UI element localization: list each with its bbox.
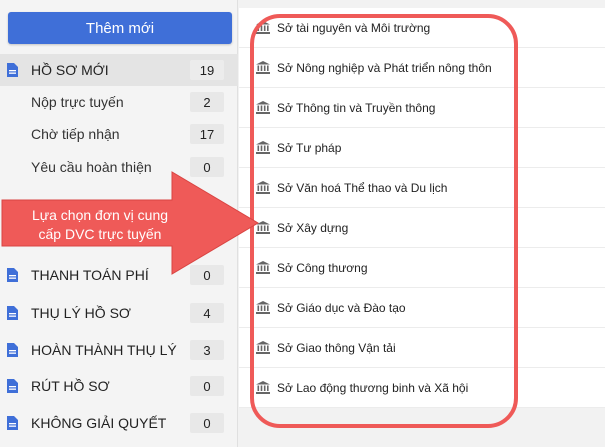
department-name: Sở Thông tin và Truyền thông	[277, 100, 436, 115]
nav-item-not-resolved[interactable]: KHÔNG GIẢI QUYẾT 0	[0, 407, 238, 439]
department-name: Sở Văn hoá Thể thao và Du lịch	[277, 180, 448, 195]
document-icon	[7, 306, 18, 320]
institution-icon	[256, 21, 270, 34]
department-name: Sở Giáo dục và Đào tạo	[277, 300, 406, 315]
callout-line-1: Lựa chọn đơn vị cung	[31, 207, 169, 223]
count-badge: 4	[190, 303, 224, 323]
nav-item-label: RÚT HỒ SƠ	[31, 378, 110, 394]
count-badge: 0	[190, 413, 224, 433]
nav-item-new-records[interactable]: HỒ SƠ MỚI 19	[0, 54, 238, 86]
nav-item-label: THỤ LÝ HỒ SƠ	[31, 305, 131, 321]
count-badge: 2	[190, 92, 224, 112]
institution-icon	[256, 381, 270, 394]
list-item[interactable]: Sở Văn hoá Thể thao và Du lịch	[239, 168, 605, 208]
nav-item-label: KHÔNG GIẢI QUYẾT	[31, 415, 167, 431]
list-item[interactable]: Sở Giao thông Vận tải	[239, 328, 605, 368]
count-badge: 17	[190, 124, 224, 144]
add-new-button[interactable]: Thêm mới	[8, 12, 232, 44]
department-name: Sở tài nguyên và Môi trường	[277, 20, 431, 35]
nav-item-label: HOÀN THÀNH THỤ LÝ	[31, 342, 177, 358]
nav-item-withdrawn[interactable]: RÚT HỒ SƠ 0	[0, 370, 238, 402]
list-item[interactable]: Sở tài nguyên và Môi trường	[239, 8, 605, 48]
department-name: Sở Lao động thương binh và Xã hội	[277, 380, 469, 395]
nav-item-label: Nộp trực tuyến	[31, 94, 124, 110]
nav-subitem-online[interactable]: Nộp trực tuyến 2	[0, 86, 238, 118]
nav-item-processing[interactable]: THỤ LÝ HỒ SƠ 4	[0, 297, 238, 329]
count-badge: 0	[190, 376, 224, 396]
count-badge: 3	[190, 340, 224, 360]
department-name: Sở Xây dựng	[277, 220, 349, 235]
nav-item-label: HỒ SƠ MỚI	[31, 62, 109, 78]
department-list: Sở tài nguyên và Môi trường Sở Nông nghi…	[239, 8, 605, 408]
list-item[interactable]: Sở Xây dựng	[239, 208, 605, 248]
list-item[interactable]: Sở Thông tin và Truyền thông	[239, 88, 605, 128]
institution-icon	[256, 301, 270, 314]
nav-subitem-pending[interactable]: Chờ tiếp nhận 17	[0, 118, 238, 150]
institution-icon	[256, 141, 270, 154]
institution-icon	[256, 101, 270, 114]
department-panel: Sở tài nguyên và Môi trường Sở Nông nghi…	[239, 0, 605, 447]
department-name: Sở Giao thông Vận tải	[277, 340, 396, 355]
list-item[interactable]: Sở Tư pháp	[239, 128, 605, 168]
department-name: Sở Tư pháp	[277, 140, 342, 155]
list-item[interactable]: Sở Nông nghiệp và Phát triển nông thôn	[239, 48, 605, 88]
callout-line-2: cấp DVC trực tuyến	[38, 226, 162, 242]
document-icon	[7, 379, 18, 393]
list-item[interactable]: Sở Công thương	[239, 248, 605, 288]
institution-icon	[256, 61, 270, 74]
list-item[interactable]: Sở Lao động thương binh và Xã hội	[239, 368, 605, 408]
document-icon	[7, 63, 18, 77]
list-item[interactable]: Sở Giáo dục và Đào tạo	[239, 288, 605, 328]
count-badge: 19	[190, 60, 224, 80]
document-icon	[7, 343, 18, 357]
nav-item-completed[interactable]: HOÀN THÀNH THỤ LÝ 3	[0, 334, 238, 366]
department-name: Sở Nông nghiệp và Phát triển nông thôn	[277, 60, 492, 75]
callout-text: Lựa chọn đơn vị cung cấp DVC trực tuyến	[6, 206, 194, 244]
department-name: Sở Công thương	[277, 260, 368, 275]
institution-icon	[256, 341, 270, 354]
document-icon	[7, 416, 18, 430]
nav-item-label: Chờ tiếp nhận	[31, 126, 120, 142]
